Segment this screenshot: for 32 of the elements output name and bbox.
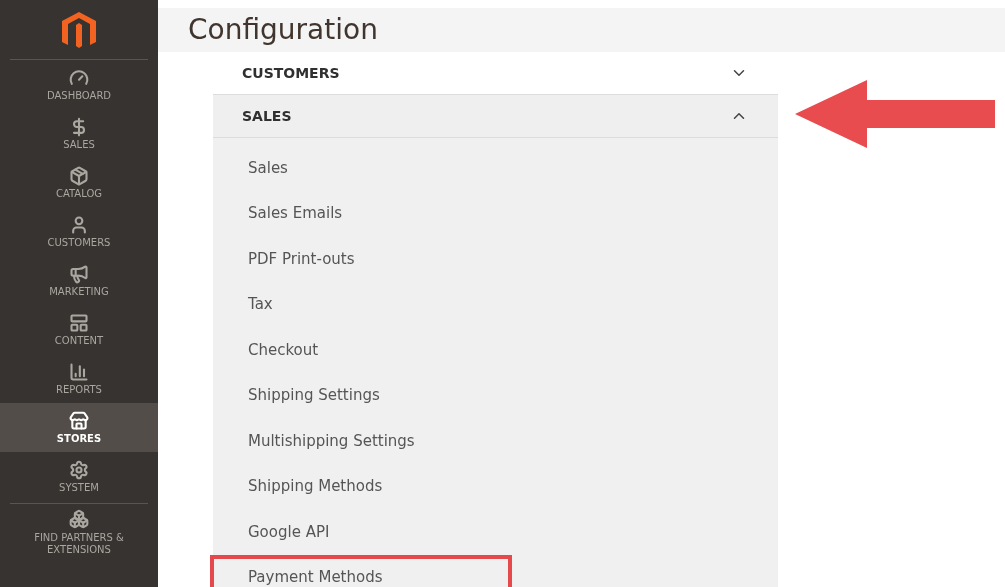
config-link[interactable]: PDF Print-outs: [210, 236, 512, 282]
nav-item[interactable]: DASHBOARD: [0, 60, 158, 109]
logo-icon: [62, 11, 96, 48]
bar-chart-icon: [69, 362, 89, 382]
nav-item[interactable]: MARKETING: [0, 256, 158, 305]
section-header[interactable]: SALES: [213, 95, 778, 138]
nav-item[interactable]: CONTENT: [0, 305, 158, 354]
config-link[interactable]: Shipping Settings: [210, 372, 512, 418]
config-link[interactable]: Sales Emails: [210, 190, 512, 236]
layout-icon: [69, 313, 89, 333]
config-link[interactable]: Shipping Methods: [210, 463, 512, 509]
page-title: Configuration: [188, 16, 378, 44]
person-icon: [69, 215, 89, 235]
box-icon: [69, 166, 89, 186]
config-link[interactable]: Multishipping Settings: [210, 418, 512, 464]
megaphone-icon: [69, 264, 89, 284]
config-link[interactable]: Tax: [210, 281, 512, 327]
config-link[interactable]: Sales: [210, 145, 512, 191]
config-link[interactable]: Google API: [210, 509, 512, 555]
nav-item[interactable]: SALES: [0, 109, 158, 158]
nav-item[interactable]: CATALOG: [0, 158, 158, 207]
gauge-icon: [69, 68, 89, 88]
config-link[interactable]: Payment Methods: [210, 554, 512, 587]
nav-item[interactable]: STORES: [0, 403, 158, 452]
store-icon: [69, 411, 89, 431]
nav-item[interactable]: FIND PARTNERS & EXTENSIONS: [0, 504, 158, 560]
config-link[interactable]: Checkout: [210, 327, 512, 373]
nav-item[interactable]: CUSTOMERS: [0, 207, 158, 256]
nav-item[interactable]: REPORTS: [0, 354, 158, 403]
blocks-icon: [69, 508, 89, 529]
nav-item[interactable]: SYSTEM: [0, 452, 158, 501]
settings-icon: [69, 460, 89, 480]
